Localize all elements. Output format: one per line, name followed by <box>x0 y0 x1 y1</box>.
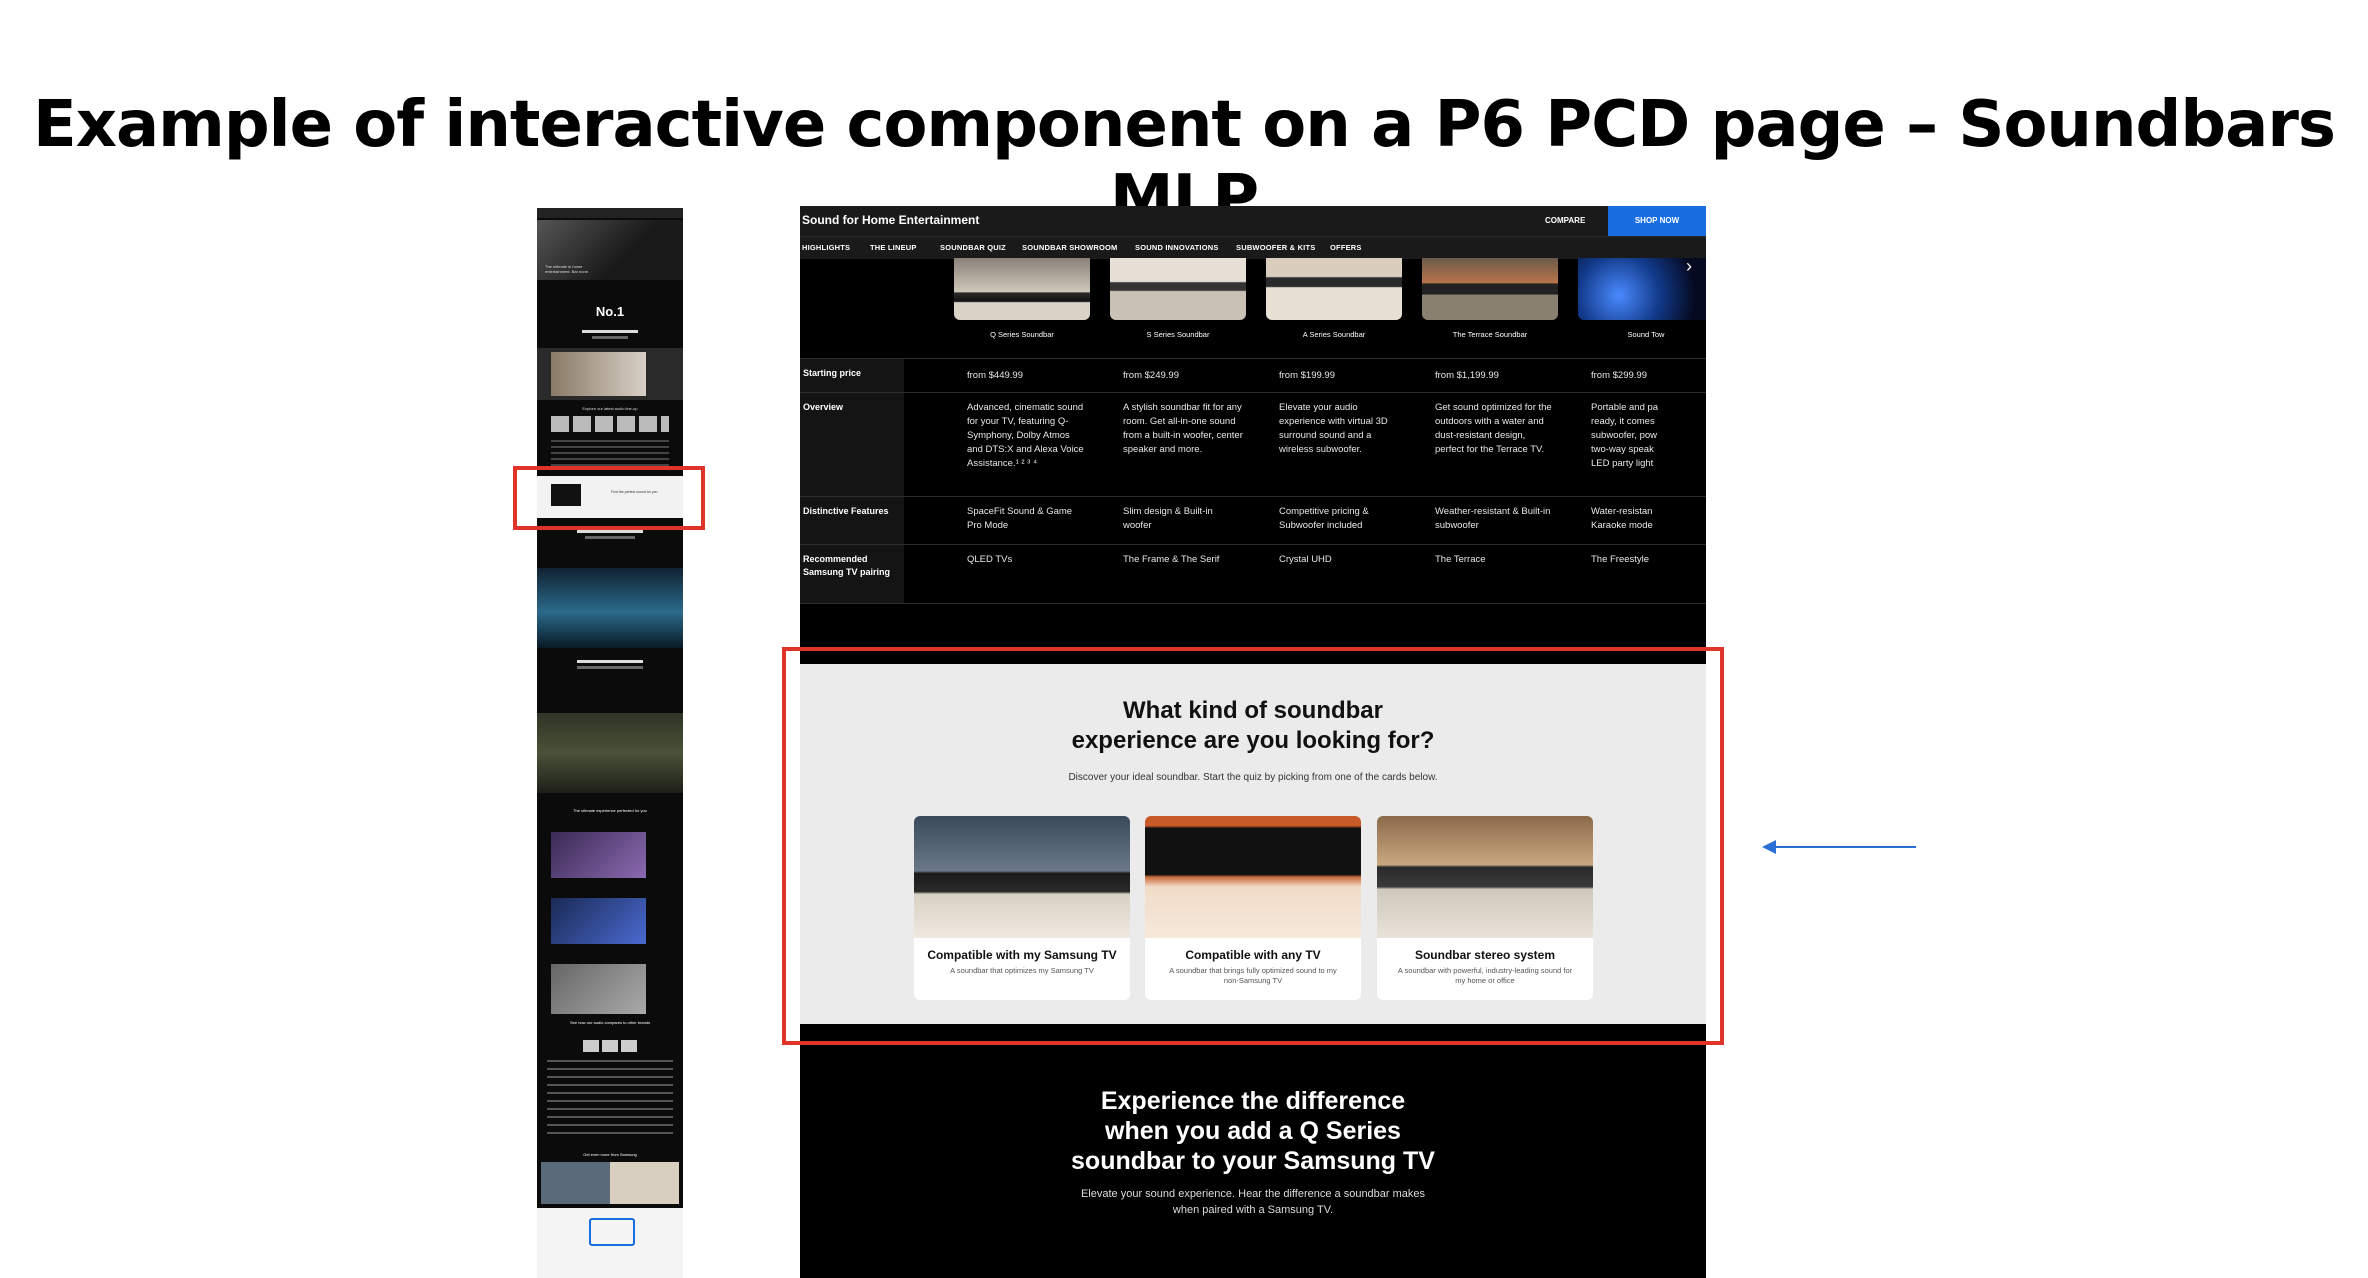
shop-now-button[interactable]: SHOP NOW <box>1608 206 1706 236</box>
table-cell: Portable and pa ready, it comes subwoofe… <box>1591 402 1659 469</box>
table-cell: Advanced, cinematic sound for your TV, f… <box>967 402 1084 469</box>
nav-highlights[interactable]: HIGHLIGHTS <box>802 243 850 252</box>
table-cell: The Freestyle <box>1591 554 1650 565</box>
table-cell: from $299.99 <box>1591 370 1647 381</box>
compare-link[interactable]: COMPARE <box>1545 216 1585 225</box>
nav-soundbar-showroom[interactable]: SOUNDBAR SHOWROOM <box>1022 243 1117 252</box>
arrow-left-icon <box>1762 840 1916 854</box>
experience-heading-line: soundbar to your Samsung TV <box>1071 1147 1435 1175</box>
thumb-section-lineup: Explore our latest audio line-up <box>582 406 638 411</box>
product-card[interactable]: Q Series Soundbar <box>954 258 1090 368</box>
thumb-experience: The ultimate experience perfected for yo… <box>573 808 647 813</box>
row-label: Starting price <box>803 368 862 378</box>
table-row: Distinctive Features SpaceFit Sound & Ga… <box>800 496 1706 545</box>
table-cell: Elevate your audio experience with virtu… <box>1279 402 1388 455</box>
experience-section: Experience the difference when you add a… <box>800 1086 1706 1218</box>
table-row: Overview Advanced, cinematic sound for y… <box>800 392 1706 497</box>
thumb-compare: See how our audio compares to other bran… <box>569 1020 651 1025</box>
row-label: Distinctive Features <box>803 506 889 516</box>
thumb-badge: No.1 <box>595 304 625 319</box>
brand-title: Sound for Home Entertainment <box>802 213 980 227</box>
product-card[interactable]: The Terrace Soundbar <box>1422 258 1558 368</box>
carousel-next-icon[interactable]: › <box>1686 256 1692 277</box>
experience-subtitle: Elevate your sound experience. Hear the … <box>800 1186 1706 1218</box>
table-row: Recommended Samsung TV pairing QLED TVs … <box>800 544 1706 604</box>
quiz-highlight-frame <box>782 647 1724 1045</box>
experience-heading-line: Experience the difference <box>1100 1087 1406 1115</box>
table-cell: Competitive pricing & Subwoofer included <box>1279 506 1369 531</box>
nav-offers[interactable]: OFFERS <box>1330 243 1362 252</box>
table-cell: A stylish soundbar fit for any room. Get… <box>1123 402 1243 455</box>
experience-heading: Experience the difference when you add a… <box>800 1086 1706 1176</box>
product-image <box>1422 258 1558 320</box>
product-image <box>1110 258 1246 320</box>
table-cell: QLED TVs <box>967 554 1013 565</box>
table-cell: from $1,199.99 <box>1435 370 1499 381</box>
nav-subwoofer-kits[interactable]: SUBWOOFER & KITS <box>1236 243 1315 252</box>
product-name: Sound Tow <box>1627 330 1665 339</box>
nav-lineup[interactable]: THE LINEUP <box>870 243 917 252</box>
table-cell: from $199.99 <box>1279 370 1335 381</box>
table-cell: The Terrace <box>1435 554 1486 565</box>
experience-subtitle-line: when paired with a Samsung TV. <box>1172 1204 1334 1216</box>
row-label: Overview <box>803 402 844 412</box>
page-thumbnail: The ultimate in home entertainment. Bar … <box>537 208 683 1278</box>
table-cell: Slim design & Built-in woofer <box>1123 506 1213 531</box>
table-cell: Get sound optimized for the outdoors wit… <box>1435 402 1552 455</box>
table-cell: SpaceFit Sound & Game Pro Mode <box>967 506 1073 531</box>
product-card[interactable]: A Series Soundbar <box>1266 258 1402 368</box>
nav-soundbar-quiz[interactable]: SOUNDBAR QUIZ <box>940 243 1006 252</box>
table-row: Starting price from $449.99 from $249.99… <box>800 358 1706 393</box>
table-cell: from $449.99 <box>967 370 1023 381</box>
product-name: A Series Soundbar <box>1302 330 1366 339</box>
nav-sound-innovations[interactable]: SOUND INNOVATIONS <box>1135 243 1219 252</box>
experience-heading-line: when you add a Q Series <box>1105 1117 1401 1145</box>
experience-subtitle-line: Elevate your sound experience. Hear the … <box>1080 1188 1426 1200</box>
product-name: S Series Soundbar <box>1146 330 1210 339</box>
table-cell: Crystal UHD <box>1279 554 1332 565</box>
product-name: Q Series Soundbar <box>990 330 1054 339</box>
product-image <box>1266 258 1402 320</box>
product-name: The Terrace Soundbar <box>1452 330 1528 339</box>
table-cell: from $249.99 <box>1123 370 1179 381</box>
table-cell: Water-resistan Karaoke mode <box>1591 506 1653 531</box>
top-bar: Sound for Home Entertainment COMPARE SHO… <box>800 206 1706 236</box>
sub-nav: HIGHLIGHTS THE LINEUP SOUNDBAR QUIZ SOUN… <box>800 236 1706 259</box>
thumbnail-highlight-frame <box>513 466 705 530</box>
row-label: Recommended Samsung TV pairing <box>803 554 891 577</box>
product-card[interactable]: S Series Soundbar <box>1110 258 1246 368</box>
table-cell: The Frame & The Serif <box>1123 554 1220 565</box>
thumb-more: Get even more from Samsung <box>583 1152 637 1157</box>
table-cell: Weather-resistant & Built-in subwoofer <box>1435 506 1551 531</box>
product-image <box>954 258 1090 320</box>
thumb-hero-text: The ultimate in home entertainment. Bar … <box>545 264 590 274</box>
